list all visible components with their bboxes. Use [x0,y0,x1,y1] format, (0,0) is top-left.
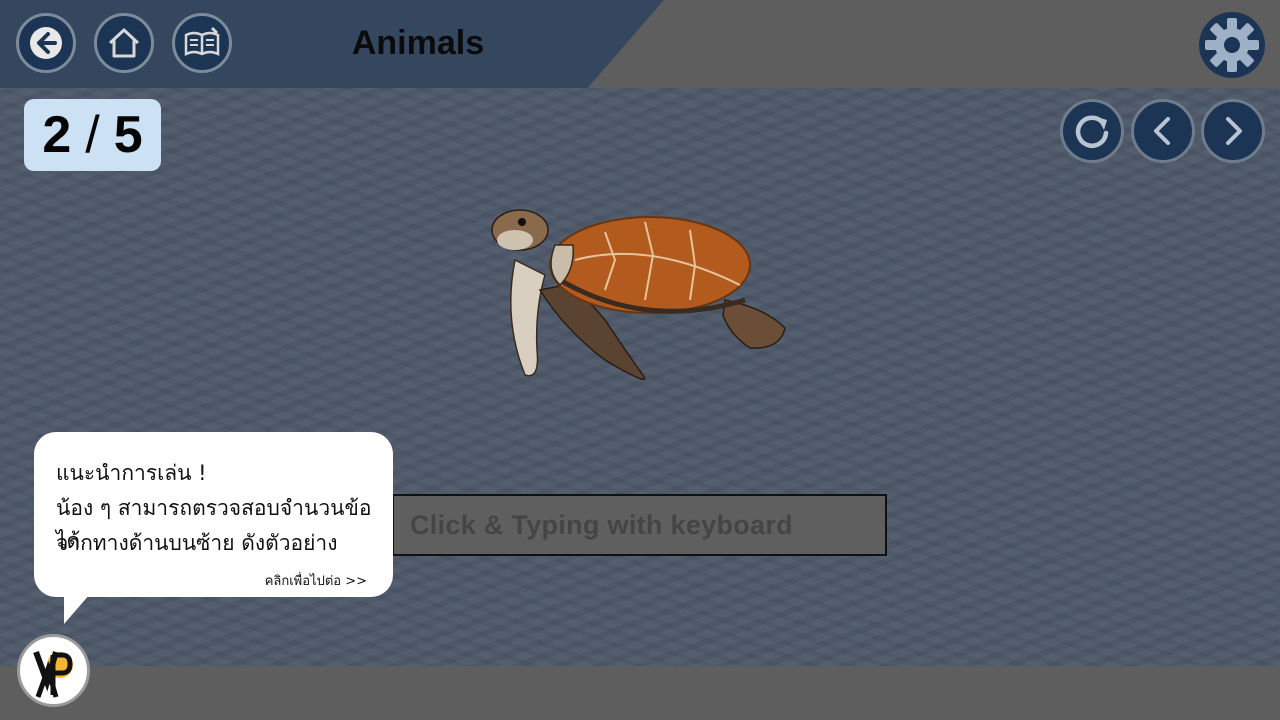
book-edit-icon [184,26,220,57]
home-button[interactable] [94,13,154,73]
counter-separator: / [85,106,100,164]
home-icon [108,28,140,58]
total-questions: 5 [113,106,143,164]
current-question: 2 [42,106,72,164]
hint-line-3: จากทางด้านบนซ้าย ดังตัวอย่าง [56,531,338,555]
hint-bubble[interactable]: แนะนำการเล่น ! น้อง ๆ สามารถตรวจสอบจำนวน… [34,432,393,597]
book-button[interactable] [172,13,232,73]
chevron-left-icon [1154,117,1170,145]
question-counter: 2 / 5 [24,99,161,171]
previous-button[interactable] [1131,99,1195,163]
hint-bubble-tail [64,594,90,624]
gear-icon [1199,12,1265,78]
answer-placeholder: Click & Typing with keyboard [410,510,793,540]
replay-icon [1075,115,1109,148]
sea-turtle-image [491,209,786,380]
bottom-bar [0,666,1280,720]
replay-button[interactable] [1060,99,1124,163]
vpa-logo-icon [33,650,73,698]
hint-line-1: แนะนำการเล่น ! [56,461,207,485]
mascot-logo[interactable] [17,634,90,707]
chevron-right-icon [1226,117,1242,145]
continue-link[interactable]: คลิกเพื่อไปต่อ >> [265,570,367,591]
settings-button[interactable] [1198,11,1266,79]
next-button[interactable] [1201,99,1265,163]
page-title: Animals [351,24,485,62]
back-button[interactable] [16,13,76,73]
back-arrow-icon [30,27,62,59]
answer-input[interactable]: Click & Typing with keyboard [392,494,887,556]
